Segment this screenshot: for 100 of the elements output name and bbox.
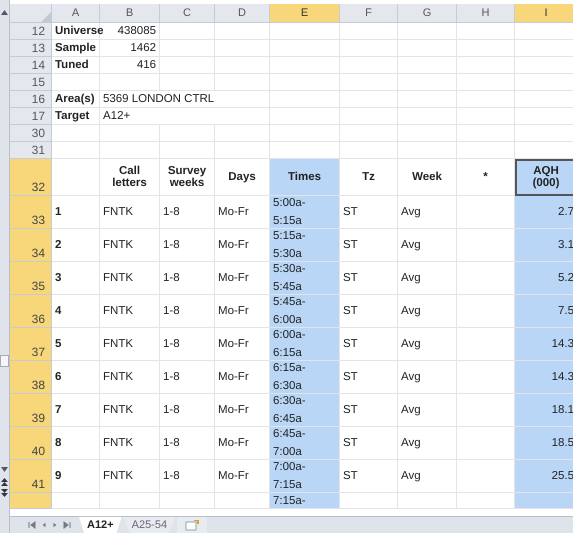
table-cell: 3 — [52, 262, 100, 295]
row-header[interactable]: 36 — [10, 295, 52, 328]
table-cell: 416 — [100, 57, 160, 74]
row-header[interactable]: 34 — [10, 229, 52, 262]
empty-cell — [457, 91, 515, 108]
row-header[interactable]: 12 — [10, 23, 52, 40]
table-cell: Times — [270, 159, 340, 196]
table-cell: FNTK — [100, 427, 160, 460]
table-cell: FNTK — [100, 262, 160, 295]
table-cell: Avg — [398, 460, 457, 493]
empty-cell — [215, 23, 270, 40]
row-header[interactable]: 16 — [10, 91, 52, 108]
empty-cell — [100, 74, 160, 91]
empty-cell — [340, 125, 398, 142]
table-cell: 1-8 — [160, 229, 215, 262]
empty-cell — [270, 74, 340, 91]
empty-cell — [398, 57, 457, 74]
table-cell: 5369 LONDON CTRL — [100, 91, 270, 108]
row-header[interactable]: 38 — [10, 361, 52, 394]
empty-cell — [340, 91, 398, 108]
next-sheet-icon[interactable] — [52, 521, 58, 529]
row-header[interactable]: 13 — [10, 40, 52, 57]
empty-cell — [398, 142, 457, 159]
column-header[interactable]: D — [215, 4, 270, 23]
table-cell: 5:00a- 5:15a — [270, 196, 340, 229]
table-cell: 1-8 — [160, 328, 215, 361]
row-header[interactable]: 31 — [10, 142, 52, 159]
empty-cell — [340, 40, 398, 57]
empty-cell — [100, 125, 160, 142]
column-header[interactable]: I — [515, 4, 573, 23]
table-cell: Avg — [398, 394, 457, 427]
row-header[interactable]: 35 — [10, 262, 52, 295]
empty-cell — [457, 23, 515, 40]
table-cell: 6:30a- 6:45a — [270, 394, 340, 427]
table-cell: Avg — [398, 262, 457, 295]
table-cell: ST — [340, 262, 398, 295]
row-header[interactable]: 40 — [10, 427, 52, 460]
insert-sheet-button[interactable] — [177, 517, 208, 533]
empty-cell — [457, 142, 515, 159]
sheet-tab[interactable]: A25-54 — [124, 517, 176, 533]
empty-cell — [160, 493, 215, 509]
table-cell: FNTK — [100, 196, 160, 229]
row-header[interactable]: 17 — [10, 108, 52, 125]
scroll-down-icon[interactable] — [1, 467, 8, 472]
previous-sheet-icon[interactable] — [41, 521, 47, 529]
table-cell: 6:45a- 7:00a — [270, 427, 340, 460]
column-header[interactable]: F — [340, 4, 398, 23]
table-cell: ST — [340, 196, 398, 229]
table-cell: Target — [52, 108, 100, 125]
empty-cell — [398, 74, 457, 91]
table-cell: 1 — [52, 196, 100, 229]
column-header[interactable]: B — [100, 4, 160, 23]
table-cell: 1-8 — [160, 295, 215, 328]
empty-cell — [215, 57, 270, 74]
row-header[interactable]: 32 — [10, 159, 52, 196]
table-cell: 4 — [52, 295, 100, 328]
table-cell: 5:45a- 6:00a — [270, 295, 340, 328]
row-header[interactable]: 14 — [10, 57, 52, 74]
table-cell: ST — [340, 427, 398, 460]
table-cell: ST — [340, 229, 398, 262]
empty-cell — [215, 40, 270, 57]
sheet-tab[interactable]: A12+ — [79, 517, 122, 533]
scroll-thumb[interactable] — [0, 355, 9, 367]
table-cell: 7 — [52, 394, 100, 427]
column-header[interactable]: C — [160, 4, 215, 23]
table-cell: ST — [340, 328, 398, 361]
column-header[interactable]: A — [52, 4, 100, 23]
empty-cell — [398, 493, 457, 509]
table-cell: 1-8 — [160, 427, 215, 460]
empty-cell — [100, 493, 160, 509]
column-header[interactable]: H — [457, 4, 515, 23]
row-header[interactable]: 33 — [10, 196, 52, 229]
table-cell: Survey weeks — [160, 159, 215, 196]
page-down-icon[interactable] — [1, 489, 8, 497]
row-header[interactable]: 30 — [10, 125, 52, 142]
table-cell: 6 — [52, 361, 100, 394]
new-sheet-icon[interactable] — [185, 520, 200, 530]
column-header[interactable]: G — [398, 4, 457, 23]
row-header[interactable]: 37 — [10, 328, 52, 361]
row-header[interactable]: 15 — [10, 74, 52, 91]
table-cell: 7:15a- — [270, 493, 340, 509]
scroll-up-icon[interactable] — [1, 10, 8, 15]
empty-cell — [398, 23, 457, 40]
table-cell: 2.7 — [515, 196, 573, 229]
last-sheet-icon[interactable] — [63, 521, 71, 529]
empty-cell — [160, 74, 215, 91]
table-cell: Avg — [398, 427, 457, 460]
table-cell: 18.1 — [515, 394, 573, 427]
page-up-icon[interactable] — [1, 478, 8, 486]
column-header[interactable]: E — [270, 4, 340, 23]
empty-cell — [457, 57, 515, 74]
row-header[interactable]: 39 — [10, 394, 52, 427]
row-header[interactable]: 41 — [10, 460, 52, 493]
table-cell: Avg — [398, 196, 457, 229]
empty-cell — [457, 40, 515, 57]
table-cell: 2 — [52, 229, 100, 262]
first-sheet-icon[interactable] — [28, 521, 36, 529]
table-cell: 7:00a- 7:15a — [270, 460, 340, 493]
table-cell: Avg — [398, 295, 457, 328]
table-cell: 1-8 — [160, 460, 215, 493]
